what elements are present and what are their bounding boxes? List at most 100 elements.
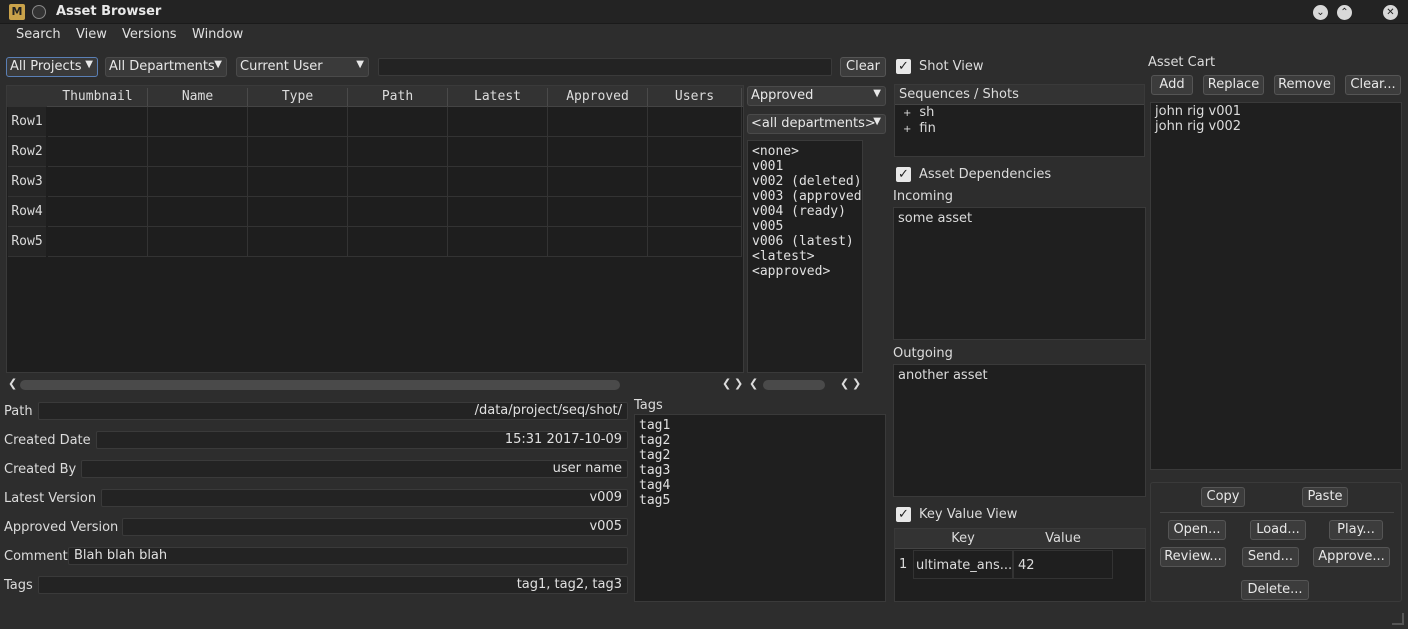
scrollbar-thumb[interactable]: [763, 380, 825, 390]
tag-item[interactable]: tag2: [639, 433, 885, 448]
column-header[interactable]: Path: [348, 88, 448, 106]
grid-cell[interactable]: [48, 227, 148, 257]
kv-key-cell[interactable]: ultimate_ans...: [913, 550, 1013, 579]
grid-cell[interactable]: [248, 227, 348, 257]
grid-cell[interactable]: [148, 137, 248, 167]
column-header[interactable]: Type: [248, 88, 348, 106]
grid-cell[interactable]: [48, 167, 148, 197]
incoming-list[interactable]: some asset: [893, 207, 1146, 340]
scroll-right-icon[interactable]: ❯: [852, 377, 861, 390]
shot-view-checkbox[interactable]: ✓: [896, 59, 911, 74]
grid-cell[interactable]: [548, 137, 648, 167]
scroll-left-icon[interactable]: ❮: [749, 377, 758, 390]
tag-item[interactable]: tag1: [639, 418, 885, 433]
grid-cell[interactable]: [48, 107, 148, 137]
key-value-table[interactable]: Key Value 1 ultimate_ans... 42: [894, 528, 1146, 602]
copy-button[interactable]: Copy: [1201, 487, 1245, 507]
user-combo[interactable]: Current User ▼: [236, 57, 369, 77]
grid-cell[interactable]: [348, 137, 448, 167]
version-item[interactable]: v003 (approved: [752, 189, 862, 204]
created-date-field[interactable]: 15:31 2017-10-09: [96, 431, 628, 449]
grid-cell[interactable]: [148, 167, 248, 197]
outgoing-item[interactable]: another asset: [898, 368, 1145, 383]
version-item[interactable]: v001: [752, 159, 862, 174]
window-menu-icon[interactable]: [32, 5, 46, 19]
load-button[interactable]: Load...: [1250, 520, 1306, 540]
scroll-left-icon[interactable]: ❮: [840, 377, 849, 390]
grid-cell[interactable]: [648, 227, 742, 257]
cart-clear-button[interactable]: Clear...: [1345, 75, 1401, 95]
version-item[interactable]: v005: [752, 219, 862, 234]
play-button[interactable]: Play...: [1329, 520, 1383, 540]
grid-cell[interactable]: [148, 227, 248, 257]
grid-cell[interactable]: [348, 197, 448, 227]
cart-remove-button[interactable]: Remove: [1274, 75, 1335, 95]
version-scrollbar[interactable]: ❮ ❮ ❯: [747, 377, 886, 393]
grid-cell[interactable]: [548, 167, 648, 197]
grid-cell[interactable]: [448, 137, 548, 167]
grid-cell[interactable]: [448, 167, 548, 197]
resize-grip-icon[interactable]: [1392, 613, 1404, 625]
tag-item[interactable]: tag2: [639, 448, 885, 463]
project-combo[interactable]: All Projects ▼: [6, 57, 98, 77]
version-list[interactable]: <none> v001 v002 (deleted) v003 (approved v0…: [747, 140, 863, 373]
grid-cell[interactable]: [248, 167, 348, 197]
kv-key-header[interactable]: Key: [913, 531, 1013, 546]
grid-cell[interactable]: [448, 107, 548, 137]
row-header[interactable]: Row5: [8, 227, 46, 257]
scroll-left-icon[interactable]: ❮: [8, 377, 17, 390]
clear-search-button[interactable]: Clear: [840, 57, 886, 77]
row-header[interactable]: Row3: [8, 167, 46, 197]
grid-cell[interactable]: [248, 107, 348, 137]
asset-dependencies-checkbox[interactable]: ✓: [896, 167, 911, 182]
comment-field[interactable]: Blah blah blah: [68, 547, 628, 565]
close-icon[interactable]: ✕: [1383, 5, 1398, 20]
menu-window[interactable]: Window: [192, 27, 243, 42]
grid-cell[interactable]: [348, 167, 448, 197]
grid-cell[interactable]: [248, 197, 348, 227]
latest-version-field[interactable]: v009: [101, 489, 628, 507]
version-item[interactable]: v002 (deleted): [752, 174, 862, 189]
row-header[interactable]: Row2: [8, 137, 46, 167]
delete-button[interactable]: Delete...: [1241, 580, 1309, 600]
grid-cell[interactable]: [348, 107, 448, 137]
version-status-combo[interactable]: Approved ▼: [747, 86, 886, 106]
open-button[interactable]: Open...: [1168, 520, 1226, 540]
grid-cell[interactable]: [248, 137, 348, 167]
minimize-icon[interactable]: ⌄: [1313, 5, 1328, 20]
search-input[interactable]: [378, 58, 832, 76]
scrollbar-thumb[interactable]: [20, 380, 620, 390]
tags-list[interactable]: tag1 tag2 tag2 tag3 tag4 tag5: [634, 414, 886, 602]
cart-item[interactable]: john rig v001: [1155, 104, 1401, 119]
tag-item[interactable]: tag3: [639, 463, 885, 478]
version-item[interactable]: v006 (latest): [752, 234, 862, 249]
version-item[interactable]: <none>: [752, 144, 862, 159]
outgoing-list[interactable]: another asset: [893, 364, 1146, 497]
cart-add-button[interactable]: Add: [1151, 75, 1193, 95]
grid-cell[interactable]: [648, 197, 742, 227]
version-item[interactable]: v004 (ready): [752, 204, 862, 219]
version-dept-combo[interactable]: <all departments> ▼: [747, 114, 886, 134]
grid-cell[interactable]: [348, 227, 448, 257]
grid-cell[interactable]: [648, 167, 742, 197]
row-header[interactable]: Row1: [8, 107, 46, 137]
tags-field[interactable]: tag1, tag2, tag3: [38, 576, 628, 594]
menu-versions[interactable]: Versions: [122, 27, 177, 42]
shot-tree-item[interactable]: + fin: [895, 121, 1144, 137]
version-item[interactable]: <approved>: [752, 264, 862, 279]
grid-cell[interactable]: [48, 137, 148, 167]
expand-icon[interactable]: +: [903, 124, 911, 135]
column-header[interactable]: Users: [648, 88, 742, 106]
key-value-checkbox[interactable]: ✓: [896, 507, 911, 522]
path-field[interactable]: /data/project/seq/shot/: [38, 402, 628, 420]
incoming-item[interactable]: some asset: [898, 211, 1145, 226]
cart-list[interactable]: john rig v001 john rig v002: [1150, 102, 1402, 470]
shot-tree-item[interactable]: + sh: [895, 105, 1144, 121]
grid-cell[interactable]: [548, 227, 648, 257]
grid-cell[interactable]: [148, 107, 248, 137]
created-by-field[interactable]: user name: [81, 460, 628, 478]
grid-cell[interactable]: [548, 197, 648, 227]
review-button[interactable]: Review...: [1160, 547, 1226, 567]
expand-icon[interactable]: +: [903, 108, 911, 119]
menu-search[interactable]: Search: [16, 27, 61, 42]
